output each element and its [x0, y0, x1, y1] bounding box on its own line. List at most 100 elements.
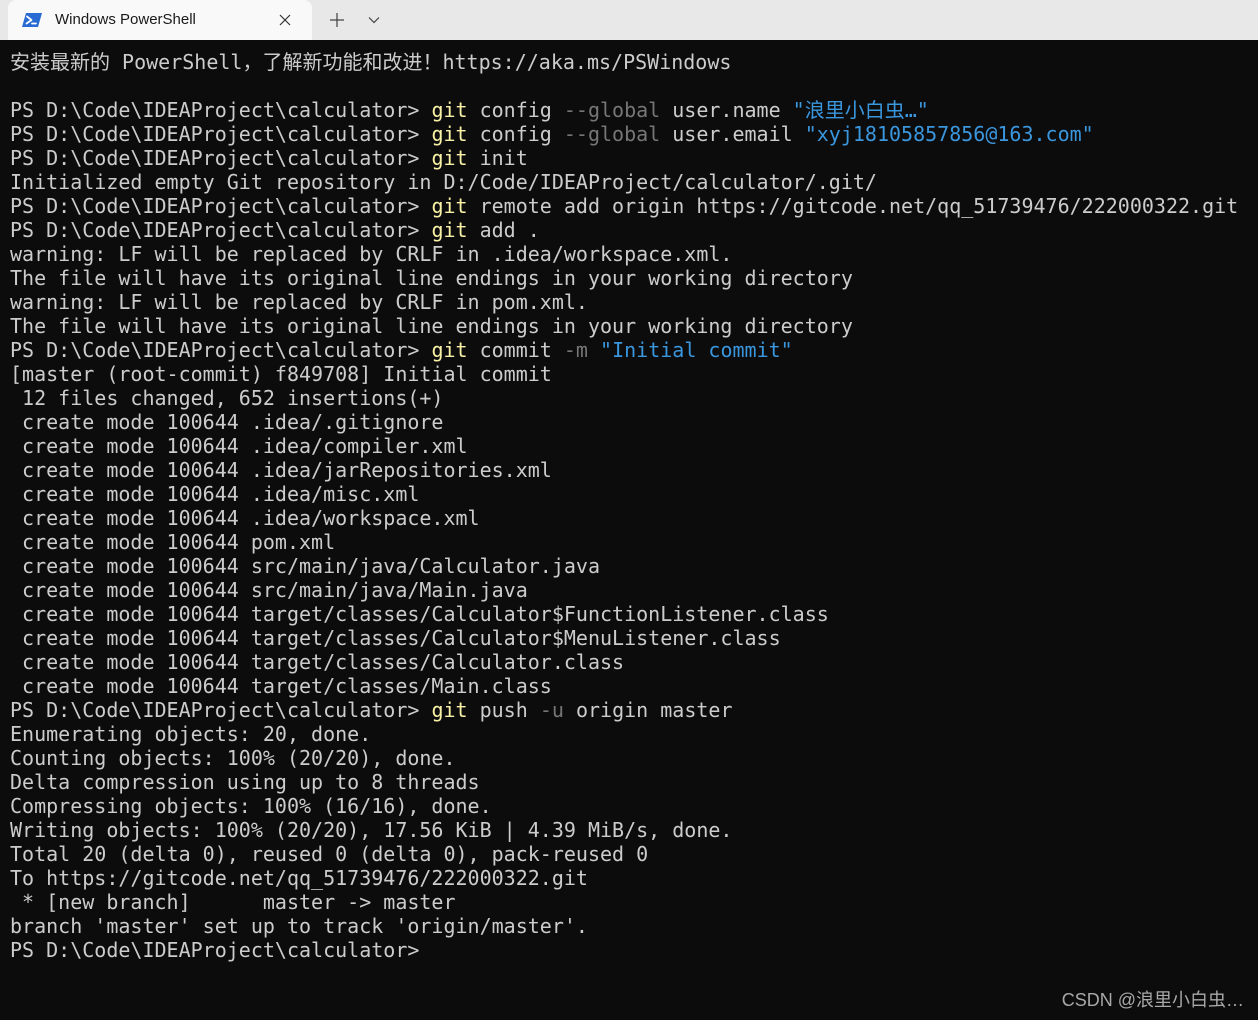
- terminal-line: create mode 100644 target/classes/Calcul…: [10, 650, 1258, 674]
- terminal-line: create mode 100644 .idea/jarRepositories…: [10, 458, 1258, 482]
- tab-title: Windows PowerShell: [55, 11, 196, 28]
- terminal-line: create mode 100644 pom.xml: [10, 530, 1258, 554]
- prompt-text: PS D:\Code\IDEAProject\calculator>: [10, 122, 432, 146]
- terminal-line: * [new branch] master -> master: [10, 890, 1258, 914]
- output-text: Enumerating objects: 20, done.: [10, 722, 372, 746]
- terminal-line: Initialized empty Git repository in D:/C…: [10, 170, 1258, 194]
- terminal-line: Total 20 (delta 0), reused 0 (delta 0), …: [10, 842, 1258, 866]
- terminal-line: create mode 100644 src/main/java/Calcula…: [10, 554, 1258, 578]
- output-text: create mode 100644 target/classes/Main.c…: [10, 674, 552, 698]
- output-text: create mode 100644 src/main/java/Main.ja…: [10, 578, 528, 602]
- argument-text: add .: [467, 218, 540, 242]
- output-text: create mode 100644 .idea/.gitignore: [10, 410, 444, 434]
- output-text: create mode 100644 src/main/java/Calcula…: [10, 554, 601, 578]
- terminal-line: create mode 100644 .idea/workspace.xml: [10, 506, 1258, 530]
- argument-text: origin master: [563, 698, 733, 722]
- output-text: create mode 100644 .idea/compiler.xml: [10, 434, 468, 458]
- terminal-line: create mode 100644 target/classes/Calcul…: [10, 626, 1258, 650]
- command-token: git: [431, 698, 468, 722]
- output-text: 安装最新的 PowerShell，了解新功能和改进！https://aka.ms…: [10, 50, 732, 74]
- chevron-down-icon: [368, 16, 380, 24]
- terminal-line: warning: LF will be replaced by CRLF in …: [10, 242, 1258, 266]
- output-text: create mode 100644 pom.xml: [10, 530, 336, 554]
- terminal-line: create mode 100644 .idea/misc.xml: [10, 482, 1258, 506]
- argument-text: config: [467, 122, 564, 146]
- argument-text: init: [467, 146, 528, 170]
- output-text: create mode 100644 target/classes/Calcul…: [10, 626, 781, 650]
- terminal-line: create mode 100644 .idea/.gitignore: [10, 410, 1258, 434]
- output-text: Compressing objects: 100% (16/16), done.: [10, 794, 492, 818]
- command-token: git: [431, 122, 468, 146]
- terminal-line: PS D:\Code\IDEAProject\calculator> git c…: [10, 98, 1258, 122]
- terminal-line: 12 files changed, 652 insertions(+): [10, 386, 1258, 410]
- argument-text: user.email: [660, 122, 805, 146]
- terminal-line: [master (root-commit) f849708] Initial c…: [10, 362, 1258, 386]
- output-text: create mode 100644 .idea/misc.xml: [10, 482, 420, 506]
- terminal-line: PS D:\Code\IDEAProject\calculator> git i…: [10, 146, 1258, 170]
- terminal-line: PS D:\Code\IDEAProject\calculator> git c…: [10, 338, 1258, 362]
- terminal-line: branch 'master' set up to track 'origin/…: [10, 914, 1258, 938]
- prompt-text: PS D:\Code\IDEAProject\calculator>: [10, 146, 432, 170]
- terminal-line: warning: LF will be replaced by CRLF in …: [10, 290, 1258, 314]
- prompt-text: PS D:\Code\IDEAProject\calculator>: [10, 938, 420, 962]
- output-text: Counting objects: 100% (20/20), done.: [10, 746, 456, 770]
- output-text: [master (root-commit) f849708] Initial c…: [10, 362, 552, 386]
- terminal-pane[interactable]: 安装最新的 PowerShell，了解新功能和改进！https://aka.ms…: [0, 40, 1258, 1020]
- terminal-output: 安装最新的 PowerShell，了解新功能和改进！https://aka.ms…: [10, 50, 1258, 962]
- string-argument: "xyj18105857856@163.com": [804, 122, 1094, 146]
- output-text: 12 files changed, 652 insertions(+): [10, 386, 444, 410]
- command-token: git: [431, 194, 468, 218]
- prompt-text: PS D:\Code\IDEAProject\calculator>: [10, 698, 432, 722]
- parameter-flag: -m: [563, 338, 588, 362]
- output-text: Total 20 (delta 0), reused 0 (delta 0), …: [10, 842, 649, 866]
- prompt-text: PS D:\Code\IDEAProject\calculator>: [10, 338, 432, 362]
- string-argument: "浪里小白虫…": [792, 98, 929, 122]
- terminal-line: create mode 100644 target/classes/Calcul…: [10, 602, 1258, 626]
- terminal-line: create mode 100644 .idea/compiler.xml: [10, 434, 1258, 458]
- output-text: To https://gitcode.net/qq_51739476/22200…: [10, 866, 588, 890]
- parameter-flag: --global: [563, 98, 661, 122]
- tab-windows-powershell[interactable]: Windows PowerShell: [8, 0, 312, 40]
- terminal-line: Enumerating objects: 20, done.: [10, 722, 1258, 746]
- close-tab-button[interactable]: [271, 6, 299, 34]
- terminal-line: PS D:\Code\IDEAProject\calculator> git a…: [10, 218, 1258, 242]
- terminal-line: 安装最新的 PowerShell，了解新功能和改进！https://aka.ms…: [10, 50, 1258, 74]
- close-icon: [279, 14, 291, 26]
- terminal-line: Writing objects: 100% (20/20), 17.56 KiB…: [10, 818, 1258, 842]
- prompt-text: PS D:\Code\IDEAProject\calculator>: [10, 98, 432, 122]
- output-text: Writing objects: 100% (20/20), 17.56 KiB…: [10, 818, 733, 842]
- terminal-line: Counting objects: 100% (20/20), done.: [10, 746, 1258, 770]
- argument-text: user.name: [660, 98, 793, 122]
- terminal-line: To https://gitcode.net/qq_51739476/22200…: [10, 866, 1258, 890]
- argument-text: push: [467, 698, 540, 722]
- argument-text: [588, 338, 600, 362]
- argument-text: commit: [467, 338, 564, 362]
- watermark-text: CSDN @浪里小白虫…: [1061, 990, 1244, 1010]
- output-text: create mode 100644 .idea/jarRepositories…: [10, 458, 552, 482]
- terminal-line: The file will have its original line end…: [10, 266, 1258, 290]
- output-text: warning: LF will be replaced by CRLF in …: [10, 290, 588, 314]
- powershell-icon: [22, 10, 42, 30]
- argument-text: remote add origin https://gitcode.net/qq…: [467, 194, 1239, 218]
- tab-dropdown-button[interactable]: [360, 4, 388, 36]
- output-text: create mode 100644 target/classes/Calcul…: [10, 650, 625, 674]
- terminal-line: PS D:\Code\IDEAProject\calculator> git r…: [10, 194, 1258, 218]
- command-token: git: [431, 146, 468, 170]
- argument-text: config: [467, 98, 564, 122]
- output-text: branch 'master' set up to track 'origin/…: [10, 914, 588, 938]
- output-text: The file will have its original line end…: [10, 266, 853, 290]
- command-token: git: [431, 338, 468, 362]
- output-text: Delta compression using up to 8 threads: [10, 770, 480, 794]
- plus-icon: [330, 13, 344, 27]
- output-text: warning: LF will be replaced by CRLF in …: [10, 242, 733, 266]
- output-text: create mode 100644 .idea/workspace.xml: [10, 506, 480, 530]
- prompt-text: PS D:\Code\IDEAProject\calculator>: [10, 194, 432, 218]
- output-text: Initialized empty Git repository in D:/C…: [10, 170, 877, 194]
- new-tab-button[interactable]: [321, 4, 353, 36]
- string-argument: "Initial commit": [600, 338, 793, 362]
- terminal-line: Delta compression using up to 8 threads: [10, 770, 1258, 794]
- prompt-text: PS D:\Code\IDEAProject\calculator>: [10, 218, 432, 242]
- terminal-line: The file will have its original line end…: [10, 314, 1258, 338]
- parameter-flag: --global: [563, 122, 661, 146]
